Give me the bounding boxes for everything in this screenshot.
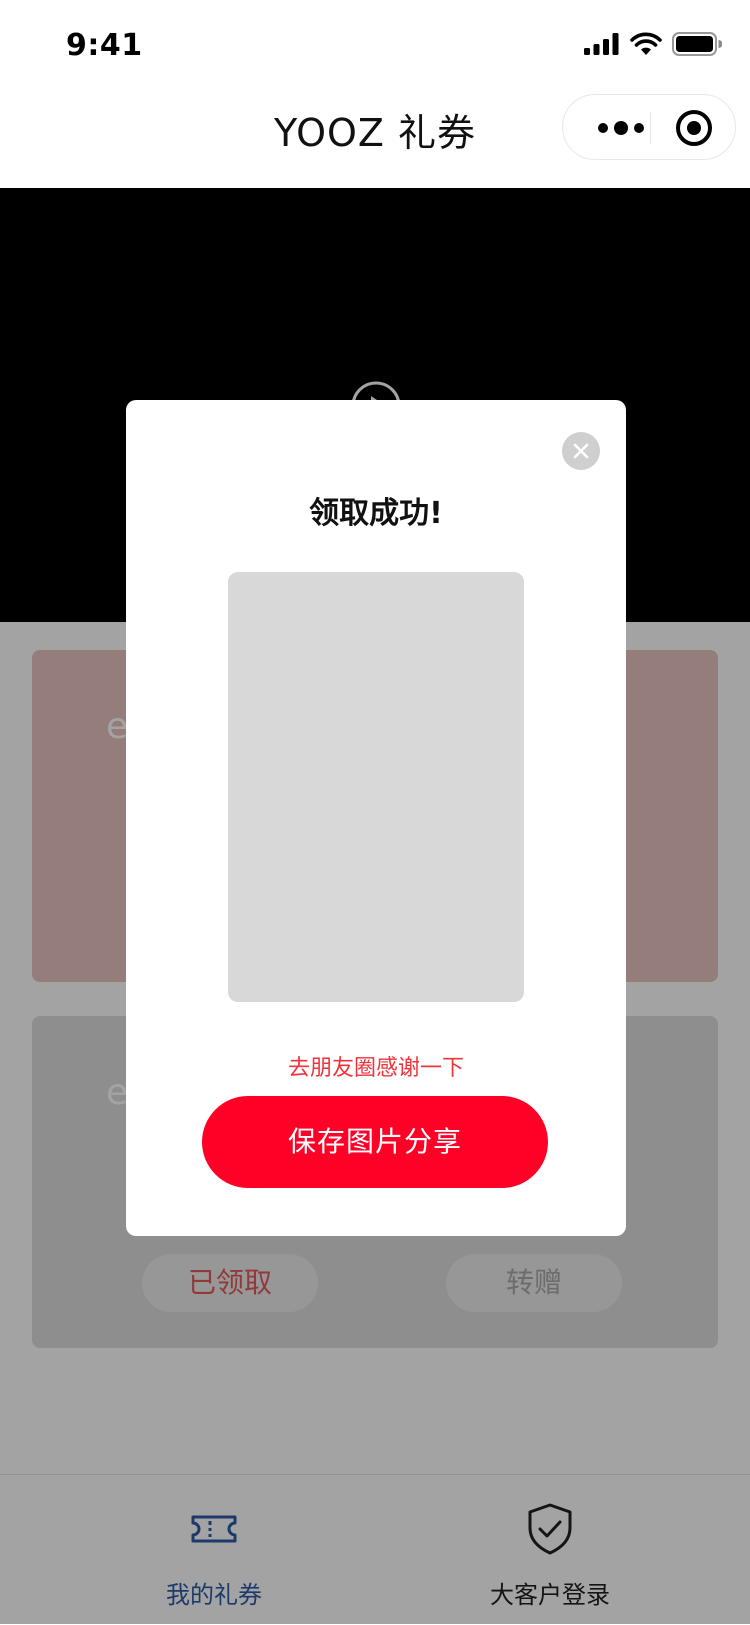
cellular-signal-icon: [584, 33, 619, 55]
status-bar: 9:41: [0, 0, 750, 88]
wifi-icon: [630, 32, 662, 55]
claim-success-modal: 领取成功! 去朋友圈感谢一下 保存图片分享: [126, 400, 626, 1236]
close-miniprogram-icon[interactable]: [675, 109, 713, 147]
modal-title: 领取成功!: [309, 496, 443, 531]
capsule-divider: [650, 112, 651, 144]
save-image-share-button[interactable]: 保存图片分享: [202, 1096, 548, 1188]
status-icons: [584, 32, 722, 56]
more-options-icon[interactable]: [591, 113, 651, 143]
share-hint-text: 去朋友圈感谢一下: [287, 1056, 464, 1081]
miniprogram-capsule: [562, 94, 736, 160]
status-time: 9:41: [66, 28, 143, 63]
battery-icon: [672, 32, 722, 56]
nav-bar: YOOZ 礼券: [0, 88, 750, 188]
close-button[interactable]: [562, 432, 600, 470]
share-poster-image: [228, 572, 524, 1002]
close-icon: [573, 443, 589, 459]
